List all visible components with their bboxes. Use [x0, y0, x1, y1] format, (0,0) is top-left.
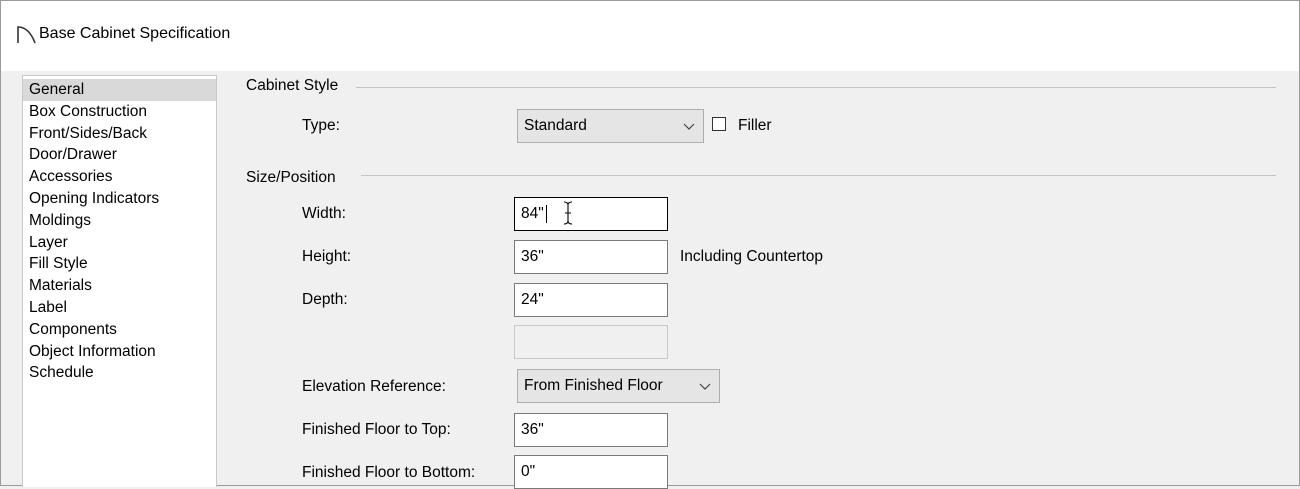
- elevation-reference-label: Elevation Reference:: [302, 378, 446, 395]
- ff-bottom-label: Finished Floor to Bottom:: [302, 464, 476, 481]
- ff-top-label: Finished Floor to Top:: [302, 421, 451, 438]
- type-label: Type:: [302, 117, 340, 134]
- depth-input[interactable]: [514, 283, 668, 317]
- elevation-reference-select[interactable]: From Finished Floor: [517, 369, 720, 403]
- type-select-value: Standard: [524, 117, 587, 134]
- type-select[interactable]: Standard: [517, 109, 704, 143]
- title-bar: Base Cabinet Specification: [1, 1, 1299, 71]
- sidebar-item-schedule[interactable]: Schedule: [23, 362, 216, 384]
- sidebar-item-moldings[interactable]: Moldings: [23, 210, 216, 232]
- sidebar-item-door-drawer[interactable]: Door/Drawer: [23, 144, 216, 166]
- depth-label: Depth:: [302, 291, 348, 308]
- dialog-window: Base Cabinet Specification General Box Co…: [0, 0, 1300, 489]
- sidebar-item-front-sides-back[interactable]: Front/Sides/Back: [23, 123, 216, 145]
- sidebar-item-opening-indicators[interactable]: Opening Indicators: [23, 188, 216, 210]
- window-title: Base Cabinet Specification: [39, 25, 231, 42]
- section-divider: [356, 87, 1276, 88]
- sidebar-item-object-information[interactable]: Object Information: [23, 341, 216, 363]
- section-size-position: Size/Position: [246, 169, 346, 187]
- section-divider: [361, 175, 1276, 176]
- cabinet-arc-icon: [17, 26, 36, 44]
- ff-top-input[interactable]: [514, 413, 668, 447]
- section-cabinet-style: Cabinet Style: [246, 77, 349, 95]
- elevation-reference-value: From Finished Floor: [524, 377, 663, 394]
- sidebar-item-fill-style[interactable]: Fill Style: [23, 253, 216, 275]
- text-caret: [546, 205, 547, 223]
- ff-bottom-input[interactable]: [514, 455, 668, 489]
- filler-label: Filler: [738, 117, 772, 134]
- chevron-down-icon: [699, 383, 711, 390]
- sidebar-item-general[interactable]: General: [23, 79, 216, 101]
- sidebar-item-components[interactable]: Components: [23, 319, 216, 341]
- width-input[interactable]: [514, 197, 668, 231]
- sidebar-item-materials[interactable]: Materials: [23, 275, 216, 297]
- sidebar-item-layer[interactable]: Layer: [23, 232, 216, 254]
- chevron-down-icon: [683, 123, 695, 130]
- sidebar-item-box-construction[interactable]: Box Construction: [23, 101, 216, 123]
- text-cursor-icon: [563, 201, 573, 225]
- width-label: Width:: [302, 205, 346, 222]
- height-note: Including Countertop: [680, 248, 824, 265]
- height-label: Height:: [302, 248, 352, 265]
- filler-checkbox[interactable]: [712, 117, 726, 131]
- disabled-field: [514, 325, 668, 359]
- sidebar-item-label[interactable]: Label: [23, 297, 216, 319]
- category-sidebar[interactable]: General Box Construction Front/Sides/Back D…: [22, 75, 217, 487]
- height-input[interactable]: [514, 240, 668, 274]
- sidebar-item-accessories[interactable]: Accessories: [23, 166, 216, 188]
